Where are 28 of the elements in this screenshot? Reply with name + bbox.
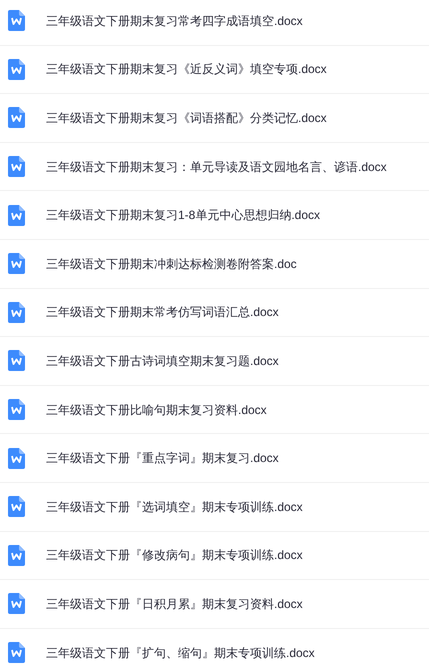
word-document-icon	[8, 58, 25, 80]
word-document-icon	[8, 642, 25, 664]
file-name[interactable]: 三年级语文下册『扩句、缩句』期末专项训练.docx	[46, 644, 315, 662]
word-document-icon	[8, 10, 25, 32]
file-name[interactable]: 三年级语文下册比喻句期末复习资料.docx	[46, 400, 267, 419]
word-document-icon	[8, 496, 25, 518]
file-name[interactable]: 三年级语文下册期末常考仿写词语汇总.docx	[46, 303, 279, 322]
word-document-icon	[8, 399, 25, 420]
word-document-icon	[8, 302, 25, 323]
file-name[interactable]: 三年级语文下册『重点字词』期末复习.docx	[46, 449, 279, 468]
file-name[interactable]: 三年级语文下册『日积月累』期末复习资料.docx	[46, 594, 303, 613]
word-document-icon	[8, 350, 25, 372]
word-document-icon	[8, 448, 25, 469]
file-name[interactable]: 三年级语文下册『修改病句』期末专项训练.docx	[46, 546, 303, 564]
file-name[interactable]: 三年级语文下册期末复习：单元导读及语文园地名言、谚语.docx	[46, 158, 387, 176]
word-document-icon	[8, 204, 25, 226]
file-name[interactable]: 三年级语文下册『选词填空』期末专项训练.docx	[46, 498, 303, 516]
file-name[interactable]: 三年级语文下册期末冲刺达标检测卷附答案.doc	[46, 254, 297, 273]
file-name[interactable]: 三年级语文下册期末复习1-8单元中心思想归纳.docx	[46, 206, 320, 224]
file-name[interactable]: 三年级语文下册古诗词填空期末复习题.docx	[46, 352, 279, 370]
word-document-icon	[8, 544, 25, 566]
word-document-icon	[8, 593, 25, 614]
file-name[interactable]: 三年级语文下册期末复习《近反义词》填空专项.docx	[46, 60, 327, 78]
file-name[interactable]: 三年级语文下册期末复习常考四字成语填空.docx	[46, 12, 303, 30]
word-document-icon	[8, 156, 25, 178]
file-name[interactable]: 三年级语文下册期末复习《词语搭配》分类记忆.docx	[46, 108, 327, 127]
word-document-icon	[8, 253, 25, 274]
word-document-icon	[8, 107, 25, 128]
